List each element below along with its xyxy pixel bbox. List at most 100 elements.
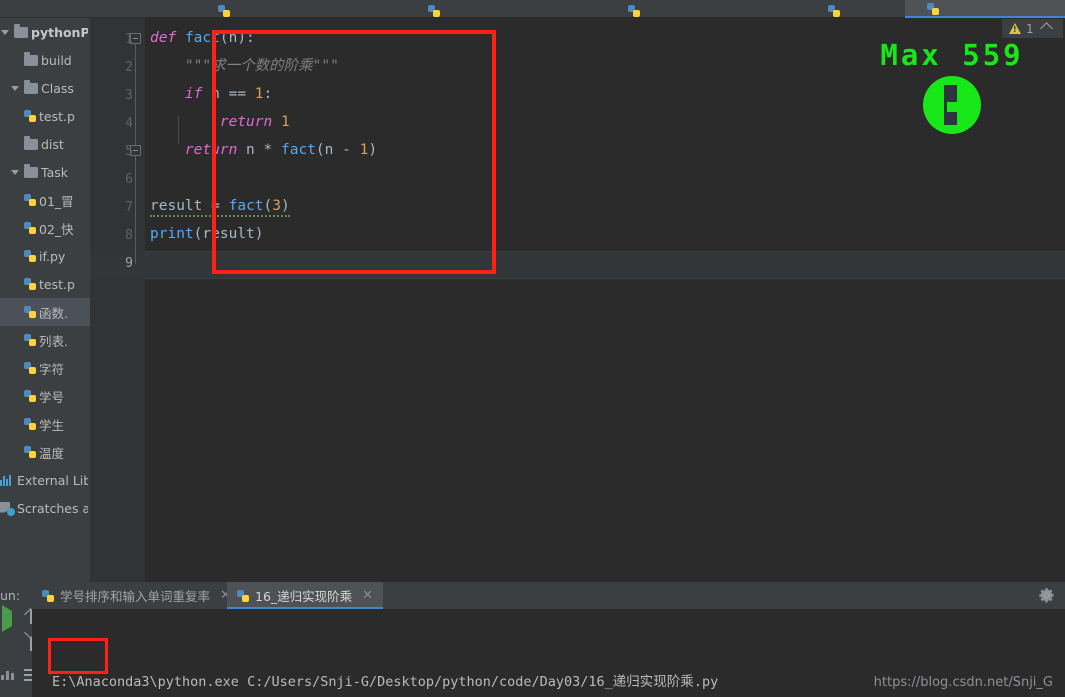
scratches-icon (0, 502, 15, 516)
code-token-operator (237, 142, 246, 158)
project-tree[interactable]: pythonPro build Class test.p dist Task 01_冒 02_… (0, 18, 90, 582)
code-token-identifier: result (202, 226, 255, 242)
editor-tab-ghost-1[interactable] (218, 0, 278, 17)
tree-item-17[interactable]: Scratches a (0, 494, 90, 522)
code-line-content: print(result) (150, 226, 264, 242)
code-editor[interactable]: 123456789 def fact(n): """求一个数的阶乘""" if … (90, 18, 1065, 582)
tree-item-4[interactable]: dist (0, 130, 90, 158)
tree-item-5[interactable]: Task (0, 158, 90, 186)
run-control-rail[interactable] (0, 605, 38, 697)
tree-item-2[interactable]: Class (0, 74, 90, 102)
python-file-icon (24, 278, 36, 290)
tree-item-label: External Lib (17, 472, 88, 488)
python-file-icon (24, 418, 36, 430)
tree-item-label: Task (41, 164, 68, 180)
tree-item-1[interactable]: build (0, 46, 90, 74)
inspection-status-widget[interactable]: 1 (1001, 19, 1063, 39)
code-line-5: return n * fact(n - 1) (150, 136, 377, 164)
tree-item-7[interactable]: 02_快 (0, 214, 90, 242)
code-token-function: fact (228, 198, 264, 214)
editor-tab-ghost-2[interactable] (428, 0, 488, 17)
tree-item-label: 列表. (39, 333, 68, 349)
print-button[interactable] (1, 669, 19, 687)
play-icon (2, 605, 12, 632)
tree-item-label: 01_冒 (39, 193, 74, 209)
code-line-content: return 1 (150, 114, 290, 130)
editor-tab-ghost-4[interactable] (828, 0, 888, 17)
python-file-icon (828, 5, 840, 17)
run-tab-bar: un: 学号排序和输入单词重复率 ✕ 16_递归实现阶乘 ✕ (0, 582, 1065, 609)
tree-item-label: dist (41, 136, 64, 152)
folder-icon (24, 79, 38, 94)
run-tab-0[interactable]: 学号排序和输入单词重复率 ✕ (32, 582, 241, 609)
code-token-operator (150, 142, 185, 158)
python-file-icon (24, 446, 36, 458)
code-token-identifier: result (150, 198, 203, 214)
line-number-2: 2 (125, 60, 133, 75)
code-line-content: def fact(n): (150, 30, 255, 46)
chevron-up-icon[interactable] (1039, 22, 1053, 35)
code-token-number: 1 (280, 114, 290, 130)
tree-item-12[interactable]: 字符 (0, 354, 90, 382)
python-file-icon (24, 306, 36, 318)
editor-code-area[interactable]: def fact(n): """求一个数的阶乘""" if n == 1: re… (145, 18, 1065, 582)
tree-item-3[interactable]: test.p (0, 102, 90, 130)
folder-icon (24, 163, 38, 178)
line-number-8: 8 (125, 228, 133, 243)
code-token-identifier: n (211, 86, 220, 102)
tree-item-label: pythonPro (31, 24, 88, 40)
code-token-operator: == (219, 86, 255, 102)
tree-item-label: 学号 (39, 389, 65, 405)
code-token-identifier: n (246, 142, 255, 158)
tree-item-9[interactable]: test.p (0, 270, 90, 298)
tree-item-6[interactable]: 01_冒 (0, 186, 90, 214)
chevron-down-icon[interactable] (0, 27, 11, 38)
editor-tab-ghost-3[interactable] (628, 0, 688, 17)
tree-item-8[interactable]: if.py (0, 242, 90, 270)
tree-item-label: 学生 (39, 417, 65, 433)
run-tab-label: 学号排序和输入单词重复率 (60, 589, 211, 604)
chevron-right-icon[interactable] (10, 55, 21, 66)
code-token-operator: = (202, 198, 229, 214)
line-number-9: 9 (125, 256, 133, 271)
tree-item-label: if.py (39, 248, 66, 264)
code-line-content-warning: result = fact(3) (150, 198, 290, 217)
chevron-down-icon[interactable] (10, 167, 21, 178)
line-number-6: 6 (125, 172, 133, 187)
watermark: https://blog.csdn.net/Snji_G (873, 675, 1053, 690)
tree-item-11[interactable]: 列表. (0, 326, 90, 354)
python-file-icon (927, 3, 939, 15)
tree-item-0[interactable]: pythonPro (0, 18, 90, 46)
tree-item-16[interactable]: External Lib (0, 466, 90, 494)
warning-triangle-icon (1009, 23, 1021, 34)
code-token-number: 3 (272, 198, 281, 214)
run-button[interactable] (2, 605, 20, 632)
python-file-icon (24, 390, 36, 402)
code-token-keyword: if (184, 86, 203, 102)
ide-window: pythonPro build Class test.p dist Task 01_冒 02_… (0, 0, 1065, 697)
editor-gutter[interactable]: 1 2 3 4 5 6 7 8 9 (90, 18, 145, 582)
warning-count: 1 (1026, 21, 1034, 36)
code-token-number: 1 (359, 142, 369, 158)
code-line-content: return n * fact(n - 1) (150, 142, 377, 158)
gear-icon[interactable] (1038, 587, 1055, 604)
chevron-right-icon[interactable] (10, 139, 21, 150)
chevron-down-icon[interactable] (10, 83, 21, 94)
code-token-keyword: return (184, 142, 238, 158)
python-file-icon (237, 589, 249, 602)
code-line-3: if n == 1: (150, 80, 272, 108)
folder-icon (24, 135, 38, 150)
tree-item-13[interactable]: 学号 (0, 382, 90, 410)
tree-item-label: Class (41, 80, 74, 96)
tree-item-14[interactable]: 学生 (0, 410, 90, 438)
tree-item-15[interactable]: 温度 (0, 438, 90, 466)
close-icon[interactable]: ✕ (362, 588, 373, 603)
run-tab-1[interactable]: 16_递归实现阶乘 ✕ (227, 582, 384, 609)
code-token-function: fact (280, 142, 316, 158)
code-token-operator: : (263, 86, 273, 102)
code-token-keyword: def (150, 30, 177, 46)
tree-item-10[interactable]: 函数. (0, 298, 90, 326)
line-number-1: 1 (125, 32, 133, 47)
code-token-operator: - (333, 142, 360, 158)
stop-button[interactable] (1, 639, 19, 657)
